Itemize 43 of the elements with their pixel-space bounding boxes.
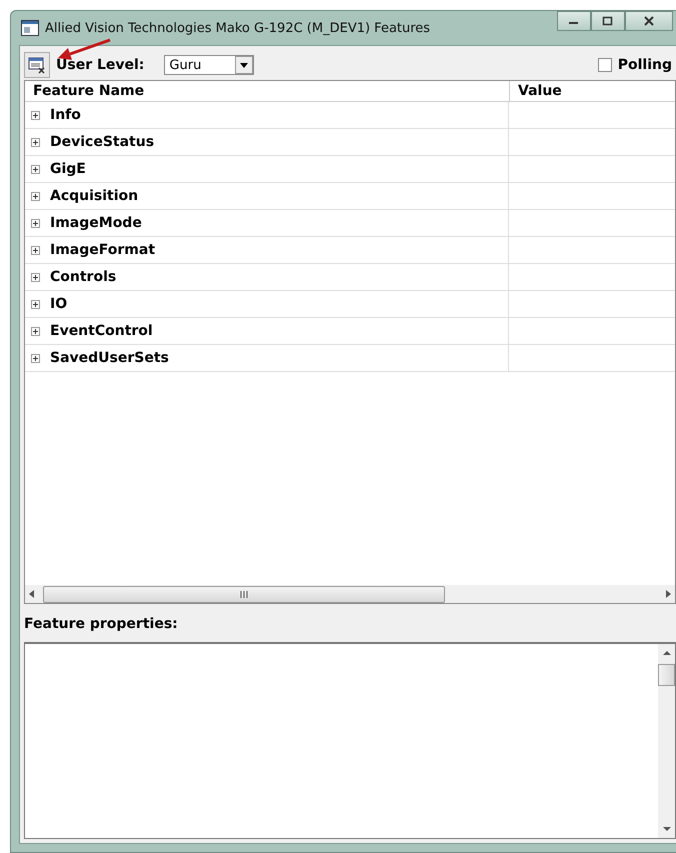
feature-name[interactable]: Info: [50, 107, 81, 123]
maximize-icon: [602, 16, 614, 26]
window-icon: [21, 20, 39, 36]
expand-icon[interactable]: [31, 164, 40, 174]
expand-icon[interactable]: [31, 326, 40, 336]
expand-icon[interactable]: [31, 354, 40, 362]
column-header[interactable]: Value: [510, 81, 675, 101]
feature-properties-label: Feature properties:: [24, 615, 179, 634]
expand-icon[interactable]: [31, 218, 40, 228]
minimize-button[interactable]: [557, 11, 591, 31]
scroll-up-icon[interactable]: [662, 648, 672, 658]
expand-icon[interactable]: [31, 110, 40, 120]
scrollbar-thumb[interactable]: [658, 664, 675, 686]
feature-name[interactable]: GigE: [50, 161, 86, 177]
expand-icon[interactable]: [31, 138, 40, 146]
feature-name[interactable]: ImageMode: [50, 215, 142, 231]
expand-icon[interactable]: [31, 300, 40, 308]
feature-name[interactable]: DeviceStatus: [50, 134, 154, 150]
horizontal-scrollbar[interactable]: [25, 585, 675, 603]
vertical-scrollbar[interactable]: [658, 644, 675, 838]
polling-label: Polling: [618, 57, 672, 73]
feature-name[interactable]: IO: [50, 296, 68, 312]
feature-name[interactable]: ImageFormat: [50, 242, 156, 258]
feature-name[interactable]: EventControl: [50, 323, 153, 339]
caret-icon: [235, 56, 254, 74]
feature-name[interactable]: Acquisition: [50, 188, 138, 204]
column-header[interactable]: Feature Name: [25, 81, 510, 101]
feature-name[interactable]: SavedUserSets: [50, 350, 169, 366]
expand-icon[interactable]: [31, 246, 40, 254]
close-button[interactable]: [625, 11, 673, 31]
scrollbar-thumb[interactable]: [43, 586, 445, 602]
maximize-button[interactable]: [591, 11, 625, 31]
user-level-dropdown[interactable]: Guru: [164, 55, 254, 75]
polling-checkbox[interactable]: [598, 58, 612, 72]
scroll-down-icon[interactable]: [662, 824, 672, 834]
window-title: Allied Vision Technologies Mako G-192C (M_DEV1) Features: [45, 20, 430, 36]
user-level-label: User Level:: [56, 57, 144, 73]
feature-name[interactable]: Controls: [50, 269, 116, 285]
arrow: [56, 38, 112, 60]
properties-button[interactable]: [24, 52, 50, 78]
expand-icon[interactable]: [31, 272, 40, 282]
close-icon: [643, 16, 655, 26]
expand-icon[interactable]: [31, 192, 40, 200]
